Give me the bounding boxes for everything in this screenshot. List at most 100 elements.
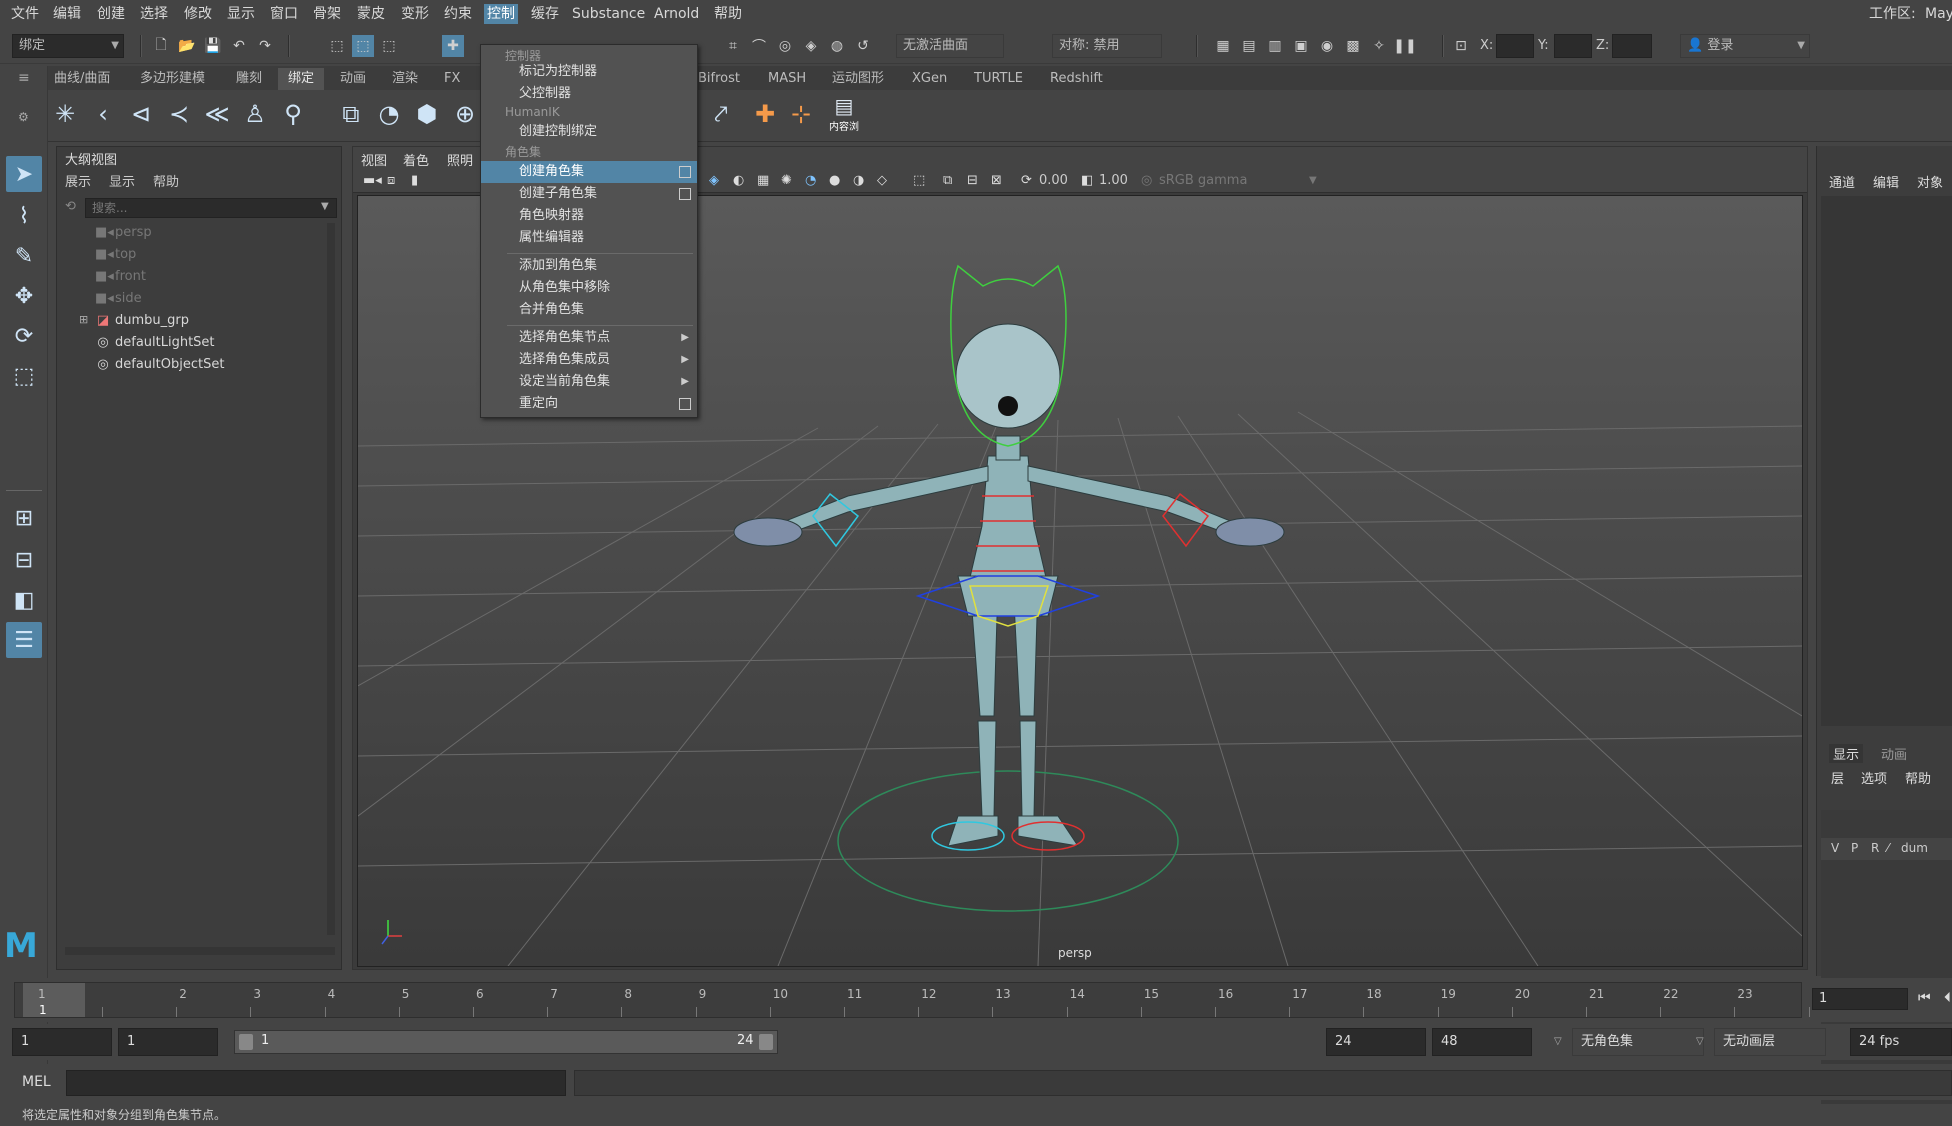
channelbox-menu-object[interactable]: 对象	[1917, 172, 1943, 191]
outliner-item[interactable]: ■◂side	[95, 289, 142, 309]
anim-layer-selector[interactable]: 无动画层	[1714, 1028, 1826, 1056]
textured-icon[interactable]: ▦	[757, 172, 769, 190]
color-mgmt-icon[interactable]: ◎	[1141, 172, 1152, 190]
pause-icon[interactable]: ❚❚	[1393, 35, 1416, 57]
ik-handle-icon[interactable]: ‹	[86, 96, 120, 132]
isolate-select-icon[interactable]: ⬚	[913, 172, 925, 190]
option-box-icon[interactable]	[679, 188, 691, 200]
locator-icon[interactable]: ✚	[748, 96, 782, 132]
layer-menu-options[interactable]: 选项	[1861, 768, 1887, 787]
outliner-item[interactable]: ■◂front	[95, 267, 146, 287]
layer-visibility-toggle[interactable]: V	[1831, 841, 1839, 855]
menu-modify[interactable]: 修改	[181, 4, 215, 24]
menu-item-tag-controller[interactable]: 标记为控制器	[481, 61, 697, 83]
start-time-field[interactable]: 1	[12, 1028, 112, 1056]
menu-create[interactable]: 创建	[94, 4, 128, 24]
shelf-tab-motion-graphics[interactable]: 运动图形	[822, 68, 894, 90]
fps-selector[interactable]: 24 fps	[1850, 1028, 1952, 1056]
xray-icon[interactable]: ⧉	[943, 172, 952, 190]
outliner-item[interactable]: ◪ dumbu_grp	[95, 311, 189, 331]
outliner-item[interactable]: ■◂persp	[95, 223, 152, 243]
exposure-value[interactable]: 0.00	[1039, 172, 1068, 190]
step-back-icon[interactable]: ⏴	[1944, 990, 1951, 1006]
outliner-layout-icon[interactable]: ☰	[6, 622, 42, 658]
outliner-item[interactable]: ■◂top	[95, 245, 136, 265]
x-field[interactable]	[1496, 34, 1534, 58]
menu-item-merge-charset[interactable]: 合并角色集	[481, 299, 697, 321]
quick-rig-icon[interactable]: ♙	[238, 96, 272, 132]
aa-icon[interactable]: ◇	[877, 172, 887, 190]
create-joint-icon[interactable]: ✳	[48, 96, 82, 132]
move-tool-icon[interactable]: ✥	[6, 278, 42, 314]
gamma-icon[interactable]: ◧	[1081, 172, 1093, 190]
menu-item-create-charset[interactable]: 创建角色集	[481, 161, 697, 183]
outliner-menu-help[interactable]: 帮助	[153, 171, 179, 190]
z-field[interactable]	[1612, 34, 1652, 58]
time-slider-track[interactable]: 1 12345678910111213141516171819202122232…	[14, 982, 1827, 1018]
layer-reference-toggle[interactable]: R	[1871, 841, 1879, 855]
ik-spline-icon[interactable]: ⊲	[124, 96, 158, 132]
menu-item-attribute-editor[interactable]: 属性编辑器	[481, 227, 697, 249]
snap-curve-icon[interactable]: ⌒	[748, 35, 770, 57]
shelf-tab-poly[interactable]: 多边形建模	[130, 68, 215, 90]
command-input[interactable]	[66, 1070, 566, 1096]
select-object-icon[interactable]: ⬚	[352, 35, 374, 57]
current-time-indicator[interactable]	[23, 983, 85, 1017]
menu-substance[interactable]: Substance	[569, 4, 648, 24]
menu-skeleton[interactable]: 骨架	[310, 4, 344, 24]
chevron-down-icon[interactable]: ▽	[1696, 1036, 1704, 1047]
mirror-joint-icon[interactable]: ≺	[162, 96, 196, 132]
rotate-tool-icon[interactable]: ⟳	[6, 318, 42, 354]
shelf-tab-xgen[interactable]: XGen	[902, 68, 957, 90]
render-frame-icon[interactable]: ▤	[1238, 35, 1260, 57]
viewport-menu-shading[interactable]: 着色	[403, 150, 429, 169]
viewport-menu-view[interactable]: 视图	[361, 150, 387, 169]
four-view-icon[interactable]: ⊟	[6, 542, 42, 578]
shelf-tab-sculpt[interactable]: 雕刻	[226, 68, 272, 90]
layer-tab-display[interactable]: 显示	[1829, 744, 1864, 763]
range-slider-track[interactable]: 1 24	[234, 1030, 778, 1054]
grid-icon[interactable]: ⊠	[991, 172, 1002, 190]
viewport-menu-lighting[interactable]: 照明	[447, 150, 473, 169]
select-tool-icon[interactable]: ➤	[6, 156, 42, 192]
orient-joint-icon[interactable]: ≪	[200, 96, 234, 132]
shelf-tab-animation[interactable]: 动画	[330, 68, 376, 90]
lattice-icon[interactable]: ⬢	[410, 96, 444, 132]
shelf-menu-icon[interactable]: ≡	[18, 70, 30, 86]
menu-arnold[interactable]: Arnold	[651, 4, 702, 24]
menu-item-select-charset-node[interactable]: 选择角色集节点 ▶	[481, 327, 697, 349]
login-button[interactable]: 👤 登录 ▼	[1680, 34, 1810, 58]
shelf-tab-render[interactable]: 渲染	[382, 68, 428, 90]
menu-item-parent-controller[interactable]: 父控制器	[481, 83, 697, 105]
workspace-selector[interactable]: May	[1922, 4, 1952, 24]
layer-tab-anim[interactable]: 动画	[1881, 744, 1907, 763]
option-box-icon[interactable]	[679, 398, 691, 410]
menu-help[interactable]: 帮助	[711, 4, 745, 24]
chevron-down-icon[interactable]: ▽	[1554, 1036, 1562, 1047]
camera-attr-icon[interactable]: ⧈	[387, 172, 395, 190]
menu-item-remove-from-charset[interactable]: 从角色集中移除	[481, 277, 697, 299]
menu-item-set-current-charset[interactable]: 设定当前角色集 ▶	[481, 371, 697, 393]
shelf-tab-rigging[interactable]: 绑定	[278, 68, 325, 90]
shelf-tab-mash[interactable]: MASH	[758, 68, 816, 90]
chevron-down-icon[interactable]: ▼	[321, 201, 329, 212]
paint-select-icon[interactable]: ✎	[6, 238, 42, 274]
select-hierarchy-icon[interactable]: ⬚	[326, 35, 348, 57]
menu-item-create-subcharset[interactable]: 创建子角色集	[481, 183, 697, 205]
lights-icon[interactable]: ✺	[781, 172, 792, 190]
menu-display[interactable]: 显示	[224, 4, 258, 24]
layer-row[interactable]: V P R ⁄ dum	[1821, 838, 1952, 860]
xray-joints-icon[interactable]: ⊟	[967, 172, 978, 190]
exposure-icon[interactable]: ⟳	[1021, 172, 1032, 190]
menu-item-redirect[interactable]: 重定向	[481, 393, 697, 415]
option-box-icon[interactable]	[679, 166, 691, 178]
current-frame-field[interactable]: 1	[1812, 988, 1908, 1010]
cluster-icon[interactable]: ⊕	[448, 96, 482, 132]
curve-warp-icon[interactable]: ⤤	[704, 96, 738, 132]
light-editor-icon[interactable]: ✧	[1368, 35, 1390, 57]
channelbox-menu-channels[interactable]: 通道	[1829, 172, 1855, 191]
menu-item-add-to-charset[interactable]: 添加到角色集	[481, 255, 697, 277]
menu-constrain[interactable]: 约束	[441, 4, 475, 24]
shelf-options-icon[interactable]: ⚙	[18, 110, 29, 124]
channelbox-menu-edit[interactable]: 编辑	[1873, 172, 1899, 191]
